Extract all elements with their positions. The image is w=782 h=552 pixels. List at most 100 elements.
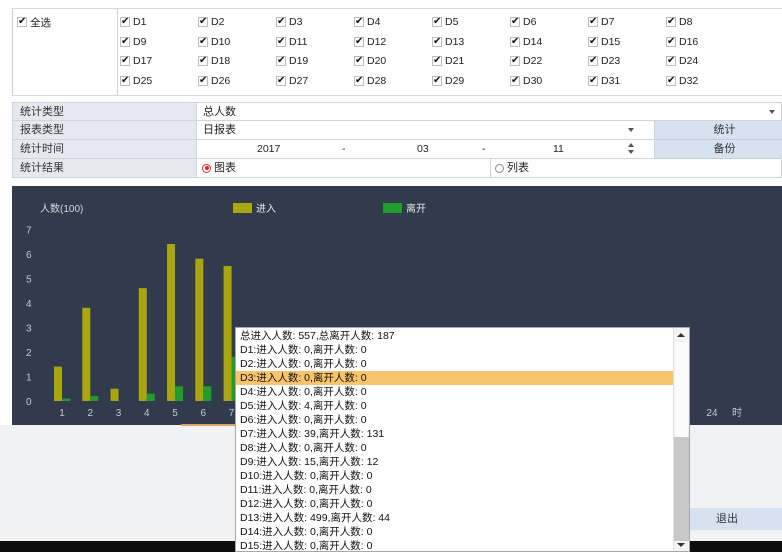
list-item[interactable]: D5:进入人数: 4,离开人数: 0 <box>236 399 673 413</box>
result-list-popup[interactable]: 总进入人数: 557,总离开人数: 187 D1:进入人数: 0,离开人数: 0D… <box>235 327 690 552</box>
list-item[interactable]: D12:进入人数: 0,离开人数: 0 <box>236 497 673 511</box>
checkbox-check-icon[interactable] <box>588 75 598 86</box>
device-checkbox-d28[interactable]: D28 <box>354 72 430 90</box>
radio-list-option[interactable]: 列表 <box>495 159 529 177</box>
checkbox-check-icon[interactable] <box>666 36 676 47</box>
device-checkbox-d20[interactable]: D20 <box>354 52 430 70</box>
checkbox-check-icon[interactable] <box>432 55 442 67</box>
date-month[interactable]: 03 <box>417 140 429 158</box>
list-item[interactable]: D1:进入人数: 0,离开人数: 0 <box>236 343 673 357</box>
list-item[interactable]: D7:进入人数: 39,离开人数: 131 <box>236 427 673 441</box>
checkbox-check-icon[interactable] <box>120 36 130 47</box>
checkbox-check-icon[interactable] <box>432 75 442 86</box>
device-checkbox-d8[interactable]: D8 <box>666 13 742 31</box>
device-checkbox-d32[interactable]: D32 <box>666 72 742 90</box>
checkbox-check-icon[interactable] <box>120 16 130 27</box>
list-item[interactable]: D2:进入人数: 0,离开人数: 0 <box>236 357 673 371</box>
list-item[interactable]: D4:进入人数: 0,离开人数: 0 <box>236 385 673 399</box>
checkbox-check-icon[interactable] <box>432 36 442 47</box>
device-checkbox-d26[interactable]: D26 <box>198 72 274 90</box>
device-checkbox-d29[interactable]: D29 <box>432 72 508 90</box>
date-day[interactable]: 11 <box>553 140 564 158</box>
device-checkbox-d17[interactable]: D17 <box>120 52 196 70</box>
device-checkbox-d1[interactable]: D1 <box>120 13 196 31</box>
device-checkbox-d27[interactable]: D27 <box>276 72 352 90</box>
backup-button[interactable]: 备份 <box>655 140 782 159</box>
list-item[interactable]: D14:进入人数: 0,离开人数: 0 <box>236 525 673 539</box>
select-all-checkbox[interactable]: 全选 <box>17 13 93 31</box>
checkbox-check-icon[interactable] <box>666 16 676 27</box>
device-checkbox-d15[interactable]: D15 <box>588 33 664 51</box>
report-type-select[interactable]: 日报表 <box>197 121 655 140</box>
radio-button-icon[interactable] <box>202 163 211 173</box>
device-checkbox-d5[interactable]: D5 <box>432 13 508 31</box>
chevron-down-icon[interactable] <box>769 110 775 114</box>
list-item[interactable]: D8:进入人数: 0,离开人数: 0 <box>236 441 673 455</box>
device-checkbox-d7[interactable]: D7 <box>588 13 664 31</box>
device-checkbox-d14[interactable]: D14 <box>510 33 586 51</box>
checkbox-check-icon[interactable] <box>198 36 208 47</box>
device-checkbox-d9[interactable]: D9 <box>120 33 196 51</box>
device-checkbox-d22[interactable]: D22 <box>510 52 586 70</box>
device-checkbox-d30[interactable]: D30 <box>510 72 586 90</box>
checkbox-check-icon[interactable] <box>354 55 364 67</box>
list-item[interactable]: D6:进入人数: 0,离开人数: 0 <box>236 413 673 427</box>
checkbox-check-icon[interactable] <box>198 16 208 27</box>
chevron-down-icon[interactable] <box>628 128 634 132</box>
device-checkbox-d16[interactable]: D16 <box>666 33 742 51</box>
checkbox-check-icon[interactable] <box>276 36 286 47</box>
list-item[interactable]: D10:进入人数: 0,离开人数: 0 <box>236 469 673 483</box>
radio-button-icon[interactable] <box>495 163 504 173</box>
stat-button[interactable]: 统计 <box>655 121 782 140</box>
device-checkbox-d19[interactable]: D19 <box>276 52 352 70</box>
stat-type-select[interactable]: 总人数 <box>197 103 782 121</box>
device-checkbox-d13[interactable]: D13 <box>432 33 508 51</box>
checkbox-check-icon[interactable] <box>276 16 286 27</box>
checkbox-check-icon[interactable] <box>588 36 598 47</box>
checkbox-check-icon[interactable] <box>120 75 130 86</box>
scroll-up-button[interactable] <box>674 328 689 342</box>
checkbox-check-icon[interactable] <box>588 55 598 67</box>
stat-time-date-picker[interactable]: 2017 - 03 - 11 <box>197 140 655 159</box>
device-checkbox-d23[interactable]: D23 <box>588 52 664 70</box>
checkbox-check-icon[interactable] <box>666 55 676 67</box>
device-checkbox-d31[interactable]: D31 <box>588 72 664 90</box>
device-checkbox-d25[interactable]: D25 <box>120 72 196 90</box>
checkbox-check-icon[interactable] <box>510 55 520 67</box>
spinner-up-icon[interactable] <box>628 143 634 147</box>
scrollbar-track[interactable] <box>674 437 689 541</box>
checkbox-check-icon[interactable] <box>354 16 364 27</box>
checkbox-check-icon[interactable] <box>17 16 27 27</box>
list-item[interactable]: D13:进入人数: 499,离开人数: 44 <box>236 511 673 525</box>
checkbox-check-icon[interactable] <box>276 55 286 67</box>
device-checkbox-d18[interactable]: D18 <box>198 52 274 70</box>
device-checkbox-d24[interactable]: D24 <box>666 52 742 70</box>
device-checkbox-d21[interactable]: D21 <box>432 52 508 70</box>
device-checkbox-d12[interactable]: D12 <box>354 33 430 51</box>
spinner-icon[interactable] <box>627 143 635 155</box>
checkbox-check-icon[interactable] <box>510 75 520 86</box>
vertical-scrollbar[interactable] <box>673 328 689 551</box>
checkbox-check-icon[interactable] <box>510 16 520 27</box>
device-checkbox-d4[interactable]: D4 <box>354 13 430 31</box>
list-item-total[interactable]: 总进入人数: 557,总离开人数: 187 <box>236 329 673 343</box>
scrollbar-thumb[interactable] <box>675 342 688 437</box>
list-item[interactable]: D9:进入人数: 15,离开人数: 12 <box>236 455 673 469</box>
spinner-down-icon[interactable] <box>628 150 634 154</box>
checkbox-check-icon[interactable] <box>432 16 442 27</box>
list-item[interactable]: D15:进入人数: 0,离开人数: 0 <box>236 539 673 551</box>
checkbox-check-icon[interactable] <box>198 55 208 67</box>
device-checkbox-d2[interactable]: D2 <box>198 13 274 31</box>
checkbox-check-icon[interactable] <box>198 75 208 86</box>
scroll-down-button[interactable] <box>674 539 689 551</box>
device-checkbox-d11[interactable]: D11 <box>276 33 352 51</box>
checkbox-check-icon[interactable] <box>354 75 364 86</box>
checkbox-check-icon[interactable] <box>588 16 598 27</box>
radio-chart-option[interactable]: 图表 <box>202 159 236 177</box>
checkbox-check-icon[interactable] <box>666 75 676 86</box>
list-item[interactable]: D11:进入人数: 0,离开人数: 0 <box>236 483 673 497</box>
device-checkbox-d6[interactable]: D6 <box>510 13 586 31</box>
date-year[interactable]: 2017 <box>257 140 280 158</box>
device-checkbox-d10[interactable]: D10 <box>198 33 274 51</box>
checkbox-check-icon[interactable] <box>276 75 286 86</box>
